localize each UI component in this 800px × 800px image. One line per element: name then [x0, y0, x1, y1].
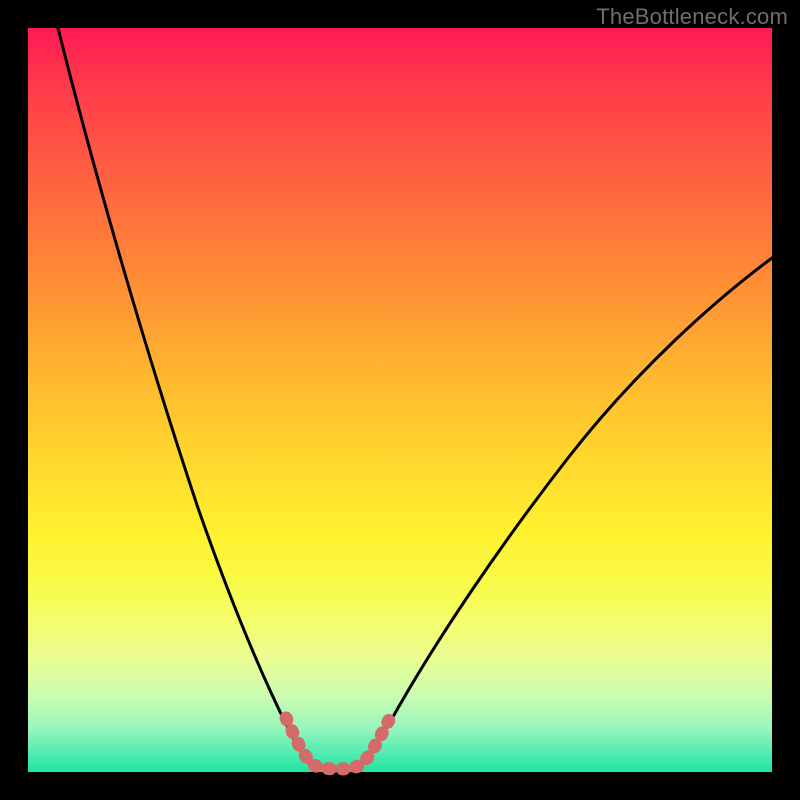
curve-right-branch: [360, 258, 772, 766]
curve-layer: [28, 28, 772, 772]
curve-left-branch: [58, 28, 312, 766]
curve-valley-highlight: [286, 714, 392, 769]
plot-area: [28, 28, 772, 772]
watermark-text: TheBottleneck.com: [596, 4, 788, 30]
chart-frame: TheBottleneck.com: [0, 0, 800, 800]
